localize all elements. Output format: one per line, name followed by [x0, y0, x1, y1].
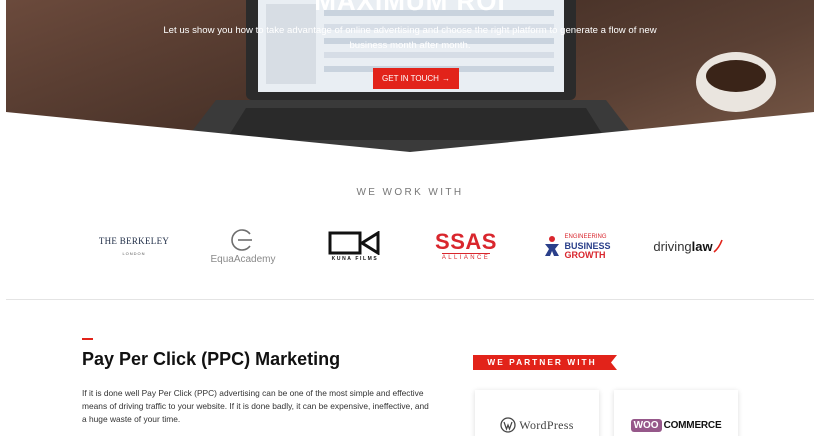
- hero-headline: MAXIMUM ROI: [314, 0, 506, 16]
- equa-mark-icon: [231, 228, 252, 251]
- kuna-camera-icon: [328, 230, 380, 255]
- the-berkeley-logo: THE BERKELEY LONDON: [92, 224, 176, 268]
- wordpress-icon: [500, 417, 516, 433]
- woocommerce-name: COMMERCE: [663, 419, 722, 431]
- wordpress-name: WordPress: [519, 417, 574, 432]
- section-divider: [6, 299, 814, 300]
- we-work-with-heading: WE WORK WITH: [356, 187, 464, 198]
- wordpress-card[interactable]: WordPress: [475, 390, 599, 436]
- kuna-films-name: KUNA FILMS: [331, 255, 379, 262]
- driving-law-swoosh-icon: [713, 239, 723, 253]
- ssas-name: SSAS: [435, 229, 497, 254]
- equa-academy-name: EquaAcademy: [210, 253, 276, 265]
- hero-section: MAXIMUM ROI Let us show you how to take …: [6, 0, 814, 152]
- title-accent-line: [82, 338, 93, 340]
- driving-law-part2: law: [691, 238, 713, 254]
- driving-law-part1: driving: [653, 238, 692, 254]
- ebg-line3: GROWTH: [564, 249, 606, 260]
- driving-law-logo: driving law: [644, 224, 732, 268]
- we-partner-with-label: WE PARTNER WITH: [487, 357, 597, 367]
- kuna-films-logo: KUNA FILMS: [322, 224, 388, 268]
- engineering-business-growth-logo: ENGINEERING BUSINESS GROWTH: [538, 224, 616, 268]
- berkeley-tagline: LONDON: [122, 251, 146, 256]
- we-partner-with-banner: WE PARTNER WITH: [473, 355, 617, 370]
- ssas-alliance-logo: SSAS ALLIANCE: [432, 224, 500, 268]
- ssas-tagline: ALLIANCE: [441, 253, 491, 261]
- woo-badge: WOO: [630, 418, 662, 432]
- ebg-figure-icon: [545, 236, 560, 256]
- get-in-touch-label: GET IN TOUCH: [382, 74, 439, 83]
- equa-academy-logo: EquaAcademy: [204, 224, 282, 268]
- berkeley-name: THE BERKELEY: [98, 236, 170, 246]
- get-in-touch-button[interactable]: GET IN TOUCH →: [373, 68, 459, 89]
- ppc-title: Pay Per Click (PPC) Marketing: [82, 349, 341, 369]
- arrow-right-icon: →: [441, 74, 450, 83]
- hero-subtitle: Let us show you how to take advantage of…: [163, 25, 657, 51]
- woocommerce-card[interactable]: WOO COMMERCE: [614, 390, 738, 436]
- ppc-body-text: If it is done well Pay Per Click (PPC) a…: [82, 388, 429, 424]
